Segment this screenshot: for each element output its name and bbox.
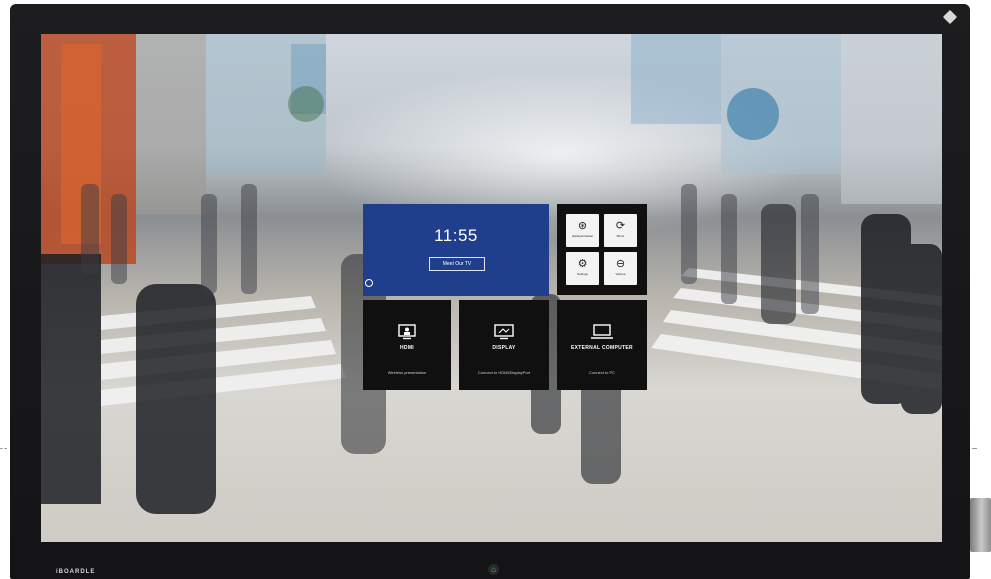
dimension-line-right [972,448,977,450]
app-tile-hdmi[interactable]: HDMI Wireless presentation [363,300,451,390]
clock-widget[interactable]: 11:55 Meet Our TV [363,204,549,296]
presenter-screen-icon [363,324,451,345]
quick-action-airplay[interactable]: ⊛ airplay/miracast [566,214,599,247]
quick-action-settings[interactable]: ⚙ Settings [566,252,599,285]
laptop-icon [557,324,647,345]
quick-action-label: airplay/miracast [571,234,593,238]
home-button-icon[interactable]: ⌂ [488,564,499,575]
app-subtitle: Wireless presentation [387,370,427,375]
home-screen: 11:55 Meet Our TV ⊛ airplay/miracast ⟳ M… [41,34,942,542]
link-icon: ⊛ [577,220,588,232]
app-title: HDMI [400,345,414,351]
quick-action-label: Mirror [616,234,625,238]
app-tile-display[interactable]: DISPLAY Connect to HDMI/DisplayPort [459,300,549,390]
minus-circle-icon: ⊖ [615,258,626,270]
power-icon: ⟳ [615,220,626,232]
quick-action-label: Volume [615,272,626,276]
meet-button[interactable]: Meet Our TV [429,257,485,271]
app-subtitle: Connect to HDMI/DisplayPort [477,370,531,375]
side-control-knob [970,498,991,552]
quick-action-volume[interactable]: ⊖ Volume [604,252,637,285]
monitor-icon [459,324,549,345]
quick-actions-panel: ⊛ airplay/miracast ⟳ Mirror ⚙ Settings ⊖… [557,204,647,295]
app-tile-external-computer[interactable]: EXTERNAL COMPUTER Connect to PC [557,300,647,390]
status-ring-icon [365,279,373,287]
dimension-line-left [0,448,7,450]
app-title: DISPLAY [492,345,516,351]
clock-indicator [363,272,383,296]
settings-icon: ⚙ [577,258,588,270]
brand-logo: iBOARDLE [56,569,96,575]
quick-action-label: Settings [577,272,588,276]
app-subtitle: Connect to PC [588,370,615,375]
quick-action-mirror[interactable]: ⟳ Mirror [604,214,637,247]
clock-time: 11:55 [434,226,478,245]
app-title: EXTERNAL COMPUTER [571,345,633,351]
